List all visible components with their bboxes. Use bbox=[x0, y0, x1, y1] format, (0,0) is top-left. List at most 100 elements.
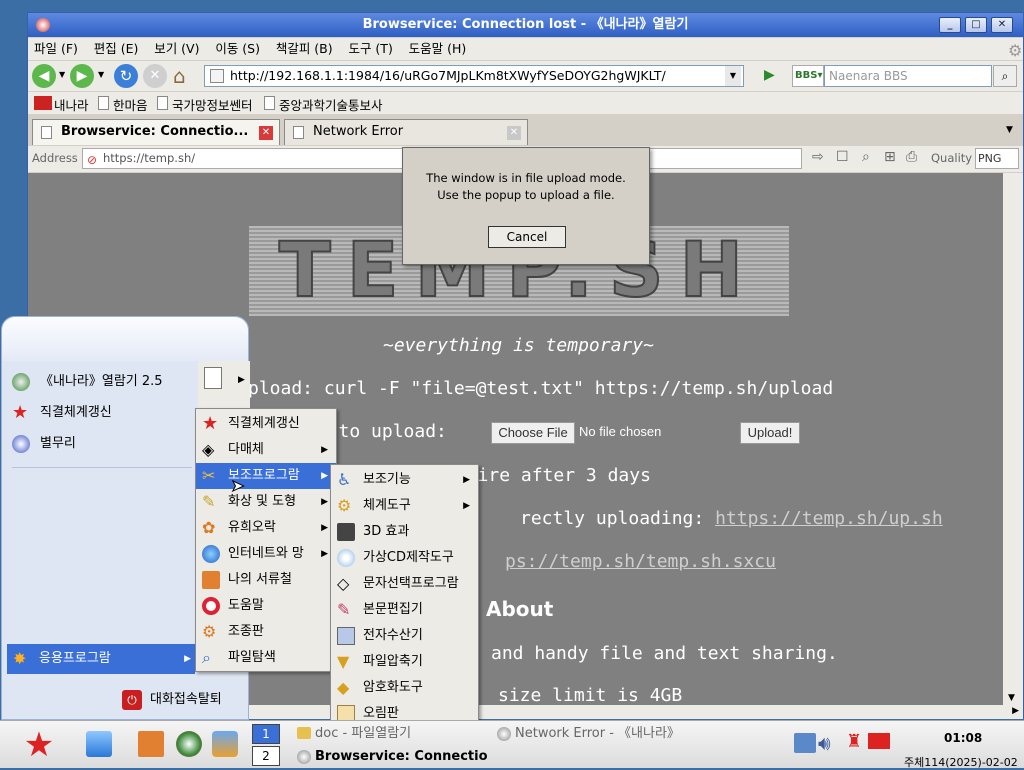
tab-page-icon bbox=[293, 126, 304, 139]
search-icon[interactable]: ⌕ bbox=[993, 65, 1017, 87]
url-field[interactable]: http://192.168.1.1:1984/16/uRGo7MJpLKm8t… bbox=[204, 65, 744, 87]
menu-calculator[interactable]: 전자수산기 bbox=[331, 623, 478, 649]
task-file-viewer[interactable]: doc - 파일열람기 bbox=[295, 723, 493, 745]
start-item-update[interactable]: ★ 직결체계갱신 bbox=[10, 400, 112, 426]
system-tools-icon: ⚙ bbox=[337, 496, 352, 515]
maximize-button[interactable]: □ bbox=[965, 17, 987, 33]
menu-system-tools[interactable]: ⚙ 체계도구 ▶ bbox=[331, 493, 478, 519]
choose-file-button[interactable]: Choose File bbox=[491, 422, 575, 444]
workspace-1[interactable]: 1 bbox=[252, 724, 280, 744]
menu-control-panel[interactable]: ⚙ 조종판 bbox=[196, 619, 336, 645]
task-network-error[interactable]: Network Error - 《내나라》 bbox=[495, 723, 693, 745]
bookmark-science-news[interactable]: 중앙과학기술통보사 bbox=[279, 95, 383, 114]
scroll-right-icon[interactable]: ▶ bbox=[1012, 706, 1019, 716]
notification-icon[interactable]: ♜ bbox=[846, 731, 862, 752]
start-apps-item[interactable]: ✸ 응용프로그람 ▶ bbox=[7, 644, 195, 674]
forward-dropdown-icon[interactable]: ▼ bbox=[98, 70, 104, 79]
upload-button[interactable]: Upload! bbox=[740, 422, 800, 444]
task-browservice[interactable]: Browservice: Connectio bbox=[295, 746, 493, 768]
stop-icon[interactable]: ✕ bbox=[143, 64, 167, 88]
menu-help[interactable]: 도움말 (H) bbox=[403, 38, 473, 60]
menu-file[interactable]: 파일 (F) bbox=[28, 38, 84, 60]
menu-character-map[interactable]: ◇ 문자선택프로그람 bbox=[331, 571, 478, 597]
back-icon[interactable]: ◀ bbox=[32, 64, 56, 88]
page-icon bbox=[210, 69, 224, 83]
print-icon[interactable]: ⎙ bbox=[906, 149, 917, 165]
close-button[interactable]: ✕ bbox=[991, 17, 1013, 33]
bookmark-hanmaeum[interactable]: 한마음 bbox=[113, 95, 148, 114]
upload-label: Upload! bbox=[747, 425, 793, 440]
cancel-label: Cancel bbox=[506, 230, 548, 244]
launcher-browser-icon[interactable] bbox=[176, 731, 202, 757]
logout-item[interactable]: ⏻ 대화접속탈퇴 bbox=[120, 687, 222, 713]
menu-internet[interactable]: 인터네트와 망 ▶ bbox=[196, 541, 336, 567]
tab-browservice[interactable]: Browservice: Connectio... ✕ bbox=[32, 119, 280, 145]
up-sh-link[interactable]: https://temp.sh/up.sh bbox=[715, 508, 943, 529]
start-button[interactable]: ★ bbox=[8, 727, 70, 763]
start-item-browser[interactable]: 《내나라》열람기 2.5 bbox=[10, 369, 163, 395]
minimize-button[interactable]: _ bbox=[939, 17, 961, 33]
search-input[interactable]: Naenara BBS bbox=[824, 65, 992, 87]
chevron-right-icon: ▶ bbox=[321, 523, 328, 533]
go-arrow-icon[interactable]: ⇨ bbox=[812, 149, 824, 165]
menu-virtual-cd[interactable]: 가상CD제작도구 bbox=[331, 545, 478, 571]
menu-3d-effects[interactable]: 3D 효과 bbox=[331, 519, 478, 545]
menu-games[interactable]: ✿ 유희오락 ▶ bbox=[196, 515, 336, 541]
menu-bookmarks[interactable]: 책갈피 (B) bbox=[270, 38, 339, 60]
reload-icon[interactable]: ↻ bbox=[114, 64, 138, 88]
menu-help[interactable]: 도움말 bbox=[196, 593, 336, 619]
forward-icon[interactable]: ▶ bbox=[70, 64, 94, 88]
archiver-icon: ▼ bbox=[337, 652, 350, 671]
volume-icon[interactable]: 🔊︎ bbox=[818, 731, 831, 755]
vertical-scrollbar[interactable]: ▼ bbox=[1003, 173, 1023, 705]
quality-select[interactable]: PNG bbox=[975, 148, 1019, 169]
flag-icon[interactable] bbox=[868, 733, 890, 749]
go-icon[interactable]: ▶ bbox=[764, 67, 775, 83]
no-file-text: No file chosen bbox=[579, 424, 662, 439]
start-item-byeolmuri[interactable]: 별무리 bbox=[10, 431, 76, 457]
multimedia-icon: ◈ bbox=[202, 440, 215, 459]
launcher-media-icon[interactable] bbox=[212, 731, 238, 757]
menu-documents[interactable]: 나의 서류철 bbox=[196, 567, 336, 593]
menu-text-editor[interactable]: ✎ 본문편집기 bbox=[331, 597, 478, 623]
tab-list-icon[interactable]: ▼ bbox=[1006, 125, 1013, 135]
scroll-down-icon[interactable]: ▼ bbox=[1008, 693, 1015, 703]
upload-mode-dialog: The window is in file upload mode. Use t… bbox=[402, 147, 650, 265]
menu-tools[interactable]: 도구 (T) bbox=[342, 38, 398, 60]
find-icon[interactable]: ⌕ bbox=[862, 149, 870, 165]
menu-accessories[interactable]: ✂ 보조프로그람 ▶ bbox=[196, 463, 336, 489]
menu-edit[interactable]: 편집 (E) bbox=[88, 38, 145, 60]
menu-graphics[interactable]: ✎ 화상 및 도형 ▶ bbox=[196, 489, 336, 515]
menu-view[interactable]: 보기 (V) bbox=[148, 38, 205, 60]
workspace-2[interactable]: 2 bbox=[252, 746, 280, 766]
tab-close-icon[interactable]: ✕ bbox=[507, 126, 521, 140]
tab-network-error[interactable]: Network Error ✕ bbox=[284, 119, 528, 145]
menu-archiver[interactable]: ▼ 파일압축기 bbox=[331, 649, 478, 675]
browser-icon bbox=[497, 727, 511, 741]
network-icon[interactable] bbox=[794, 733, 816, 753]
menu-go[interactable]: 이동 (S) bbox=[209, 38, 266, 60]
launcher-folder-icon[interactable] bbox=[138, 731, 164, 757]
launcher-edit-icon[interactable] bbox=[86, 731, 112, 757]
zoom-icon[interactable]: ⊞ bbox=[884, 149, 896, 165]
url-dropdown-icon[interactable]: ▼ bbox=[725, 66, 741, 86]
address-label: Address bbox=[32, 151, 78, 165]
menu-accessibility[interactable]: ♿ 보조기능 ▶ bbox=[331, 467, 478, 493]
menu-file-explorer[interactable]: ⌕ 파일탐색 bbox=[196, 645, 336, 671]
bookmark-icon[interactable]: ☐ bbox=[836, 149, 849, 165]
search-engine-select[interactable]: BBS▾ bbox=[792, 65, 824, 87]
home-icon[interactable]: ⌂ bbox=[173, 64, 186, 88]
bookmark-naenara[interactable]: 내나라 bbox=[54, 95, 89, 114]
menu-encryption[interactable]: ◆ 암호화도구 bbox=[331, 675, 478, 701]
sxcu-link[interactable]: ps://temp.sh/temp.sh.sxcu bbox=[505, 551, 776, 572]
menu-update[interactable]: ★ 직결체계갱신 bbox=[196, 411, 336, 437]
cancel-button[interactable]: Cancel bbox=[488, 226, 566, 248]
back-dropdown-icon[interactable]: ▼ bbox=[59, 70, 65, 79]
insecure-icon: ⊘ bbox=[87, 153, 98, 167]
clock-time[interactable]: 01:08 bbox=[944, 731, 982, 745]
menu-multimedia[interactable]: ◈ 다매체 ▶ bbox=[196, 437, 336, 463]
apps-column-strip: ▶ bbox=[198, 361, 250, 413]
bookmark-info-center[interactable]: 국가망정보쎈터 bbox=[172, 95, 253, 114]
chevron-right-icon: ▶ bbox=[463, 501, 470, 511]
tab-close-icon[interactable]: ✕ bbox=[259, 126, 273, 140]
